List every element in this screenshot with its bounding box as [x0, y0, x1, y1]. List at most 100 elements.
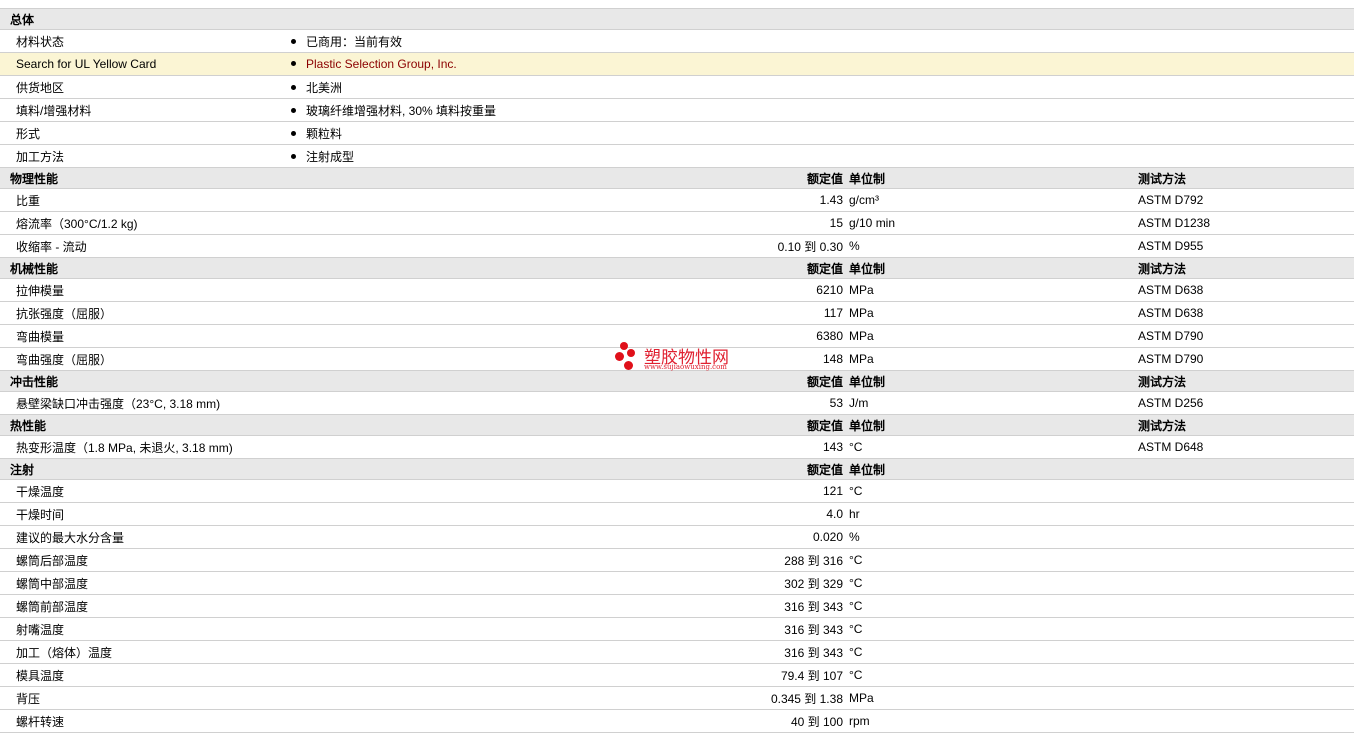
- property-unit: g/cm³: [849, 188, 1131, 212]
- property-name: 悬壁梁缺口冲击强度（23°C, 3.18 mm): [0, 391, 279, 415]
- property-value-cell: Plastic Selection Group, Inc.: [279, 52, 1354, 76]
- property-row: 射嘴温度 316 到 343 °C: [0, 617, 1354, 641]
- test-method: [1131, 640, 1354, 664]
- test-method: ASTM D648: [1131, 435, 1354, 459]
- property-value: 北美洲: [306, 80, 343, 95]
- property-row: 干燥时间 4.0 hr: [0, 502, 1354, 526]
- column-header-method: 测试方法: [1131, 370, 1354, 392]
- section-title: 冲击性能: [0, 370, 279, 392]
- property-value: 0.345 到 1.38: [279, 686, 849, 710]
- property-row: 抗张强度（屈服） 117 MPa ASTM D638: [0, 301, 1354, 325]
- test-method: [1131, 709, 1354, 733]
- property-value: 121: [279, 479, 849, 503]
- property-name: 射嘴温度: [0, 617, 279, 641]
- section-title: 机械性能: [0, 257, 279, 279]
- property-row: 干燥温度 121 °C: [0, 479, 1354, 503]
- column-header-value: 额定值: [279, 414, 849, 436]
- test-method: [1131, 548, 1354, 572]
- property-value: 颗粒料: [306, 126, 343, 141]
- property-name: 弯曲强度（屈服）: [0, 347, 279, 371]
- property-name: 干燥温度: [0, 479, 279, 503]
- property-row: 热变形温度（1.8 MPa, 未退火, 3.18 mm) 143 °C ASTM D6…: [0, 435, 1354, 459]
- general-row: 填料/增强材料 玻璃纤维增强材料, 30% 填料按重量: [0, 98, 1354, 122]
- property-unit: °C: [849, 435, 1131, 459]
- column-header-unit: 单位制: [849, 167, 1131, 189]
- property-unit: g/10 min: [849, 211, 1131, 235]
- column-header-method: [1131, 458, 1354, 480]
- section-title: 物理性能: [0, 167, 279, 189]
- property-name: 模具温度: [0, 663, 279, 687]
- test-method: ASTM D792: [1131, 188, 1354, 212]
- test-method: ASTM D638: [1131, 301, 1354, 325]
- property-value-cell: 注射成型: [279, 144, 1354, 168]
- test-method: [1131, 571, 1354, 595]
- property-value: 40 到 100: [279, 709, 849, 733]
- test-method: [1131, 617, 1354, 641]
- property-unit: °C: [849, 617, 1131, 641]
- property-name: 熔流率（300°C/1.2 kg): [0, 211, 279, 235]
- section-header: 注射 额定值 单位制: [0, 458, 1354, 480]
- property-unit: MPa: [849, 347, 1131, 371]
- property-value: 0.10 到 0.30: [279, 234, 849, 258]
- property-name: 弯曲模量: [0, 324, 279, 348]
- column-header-unit: 单位制: [849, 414, 1131, 436]
- test-method: [1131, 502, 1354, 526]
- section-header-general: 总体: [0, 9, 1354, 30]
- property-value: 注射成型: [306, 149, 355, 164]
- property-unit: °C: [849, 479, 1131, 503]
- property-value: 117: [279, 301, 849, 325]
- property-unit: J/m: [849, 391, 1131, 415]
- column-header-unit: 单位制: [849, 257, 1131, 279]
- watermark-logo: 塑胶物性网 www.sujiaowuxing.com: [614, 340, 744, 374]
- section-header: 物理性能 额定值 单位制 测试方法: [0, 167, 1354, 189]
- general-row[interactable]: Search for UL Yellow Card Plastic Selecti…: [0, 52, 1354, 76]
- property-name: 背压: [0, 686, 279, 710]
- column-header-unit: 单位制: [849, 458, 1131, 480]
- property-row: 背压 0.345 到 1.38 MPa: [0, 686, 1354, 710]
- property-value-cell: 颗粒料: [279, 121, 1354, 145]
- test-method: [1131, 686, 1354, 710]
- property-row: 螺筒后部温度 288 到 316 °C: [0, 548, 1354, 572]
- property-row: 悬壁梁缺口冲击强度（23°C, 3.18 mm) 53 J/m ASTM D256: [0, 391, 1354, 415]
- property-name: 螺杆转速: [0, 709, 279, 733]
- test-method: ASTM D638: [1131, 278, 1354, 302]
- property-name: 供货地区: [0, 75, 279, 99]
- property-name: 比重: [0, 188, 279, 212]
- property-name: 螺筒中部温度: [0, 571, 279, 595]
- property-name: 材料状态: [0, 29, 279, 53]
- column-header-value: 额定值: [279, 167, 849, 189]
- property-unit: MPa: [849, 301, 1131, 325]
- general-row: 供货地区 北美洲: [0, 75, 1354, 99]
- test-method: [1131, 479, 1354, 503]
- property-value: 53: [279, 391, 849, 415]
- section-title: 热性能: [0, 414, 279, 436]
- supplier-link[interactable]: Plastic Selection Group, Inc.: [306, 57, 457, 71]
- property-value: 4.0: [279, 502, 849, 526]
- property-name: 收缩率 - 流动: [0, 234, 279, 258]
- column-header-value: 额定值: [279, 370, 849, 392]
- section-header: 热性能 额定值 单位制 测试方法: [0, 414, 1354, 436]
- property-row: 螺筒中部温度 302 到 329 °C: [0, 571, 1354, 595]
- property-row: 螺筒前部温度 316 到 343 °C: [0, 594, 1354, 618]
- property-name: 形式: [0, 121, 279, 145]
- property-unit: °C: [849, 548, 1131, 572]
- property-name: 螺筒前部温度: [0, 594, 279, 618]
- column-header-unit: 单位制: [849, 370, 1131, 392]
- property-row: 拉伸模量 6210 MPa ASTM D638: [0, 278, 1354, 302]
- property-name: Search for UL Yellow Card: [0, 52, 279, 76]
- property-unit: MPa: [849, 324, 1131, 348]
- bullet-icon: [291, 130, 296, 136]
- test-method: [1131, 663, 1354, 687]
- property-unit: %: [849, 525, 1131, 549]
- property-value: 0.020: [279, 525, 849, 549]
- property-value-cell: 玻璃纤维增强材料, 30% 填料按重量: [279, 98, 1354, 122]
- property-name: 建议的最大水分含量: [0, 525, 279, 549]
- property-value: 316 到 343: [279, 640, 849, 664]
- property-value: 15: [279, 211, 849, 235]
- bullet-icon: [291, 153, 296, 159]
- top-strip: [0, 0, 1354, 9]
- property-value: 玻璃纤维增强材料, 30% 填料按重量: [306, 103, 497, 118]
- test-method: ASTM D1238: [1131, 211, 1354, 235]
- property-value-cell: 北美洲: [279, 75, 1354, 99]
- test-method: [1131, 594, 1354, 618]
